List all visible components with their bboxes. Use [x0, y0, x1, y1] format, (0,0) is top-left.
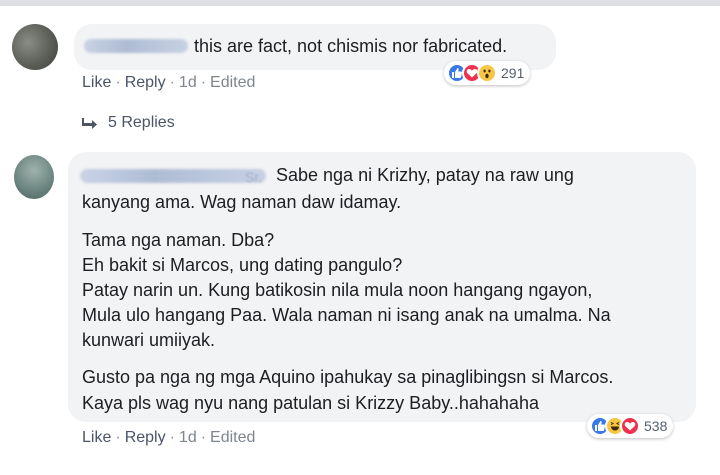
- reactions-summary[interactable]: 538: [587, 414, 674, 438]
- timestamp[interactable]: 1d: [179, 429, 197, 446]
- commenter-name-redacted[interactable]: [80, 169, 266, 183]
- timestamp[interactable]: 1d: [179, 74, 197, 91]
- top-divider: [0, 0, 720, 6]
- like-link[interactable]: Like: [82, 429, 111, 446]
- comment-actions: Like · Reply · 1d · Edited: [82, 429, 256, 446]
- edited-label[interactable]: Edited: [210, 74, 255, 91]
- comment-line: Tama nga naman. Dba?: [82, 230, 275, 250]
- love-icon: [620, 416, 640, 436]
- comment-text: this are fact, not chismis nor fabricate…: [194, 36, 508, 56]
- view-replies-link[interactable]: 5 Replies: [82, 114, 175, 132]
- comment-line: Patay narin un. Kung batikosin nila mula…: [82, 280, 593, 300]
- comment-line: Kaya pls wag nyu nang patulan si Krizzy …: [82, 393, 539, 413]
- like-link[interactable]: Like: [82, 74, 111, 91]
- comment-line: Mula ulo hangang Paa. Wala naman ni isan…: [82, 305, 611, 325]
- reply-arrow-icon: [82, 118, 97, 129]
- reply-link[interactable]: Reply: [125, 429, 166, 446]
- comment-actions: Like · Reply · 1d · Edited: [82, 74, 256, 91]
- wow-icon: [477, 63, 497, 83]
- edited-label[interactable]: Edited: [210, 429, 255, 446]
- commenter-name-redacted[interactable]: [84, 39, 188, 53]
- reactions-summary[interactable]: 291: [444, 61, 531, 85]
- comment-line: kunwari umiiyak.: [82, 330, 216, 350]
- avatar[interactable]: [12, 24, 58, 70]
- commenter-name-suffix[interactable]: Sr.: [245, 166, 262, 188]
- reaction-count: 291: [501, 65, 525, 81]
- comment-line: Eh bakit si Marcos, ung dating pangulo?: [82, 255, 403, 275]
- replies-count-label: 5 Replies: [108, 114, 175, 131]
- reply-link[interactable]: Reply: [125, 74, 166, 91]
- comment-line: Sabe nga ni Krizhy, patay na raw ung: [276, 165, 574, 185]
- reaction-count: 538: [644, 418, 668, 434]
- comment-line: Gusto pa nga ng mga Aquino ipahukay sa p…: [82, 367, 614, 387]
- comment-line: kanyang ama. Wag naman daw idamay.: [82, 192, 402, 212]
- avatar[interactable]: [14, 155, 54, 199]
